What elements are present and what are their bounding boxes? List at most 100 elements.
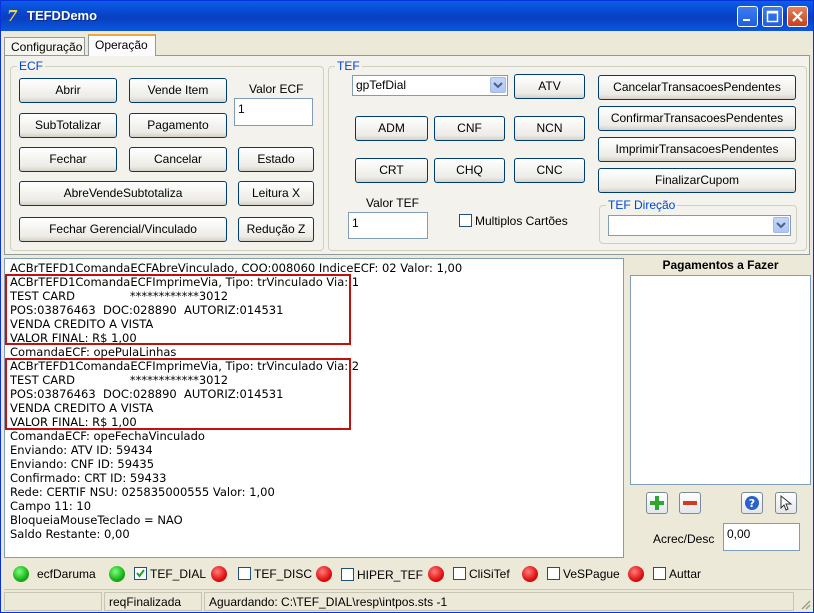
tef-direcao-select[interactable] [608,215,791,236]
finalizar-cupom-button[interactable]: FinalizarCupom [598,168,796,193]
statusbar-panel-2: reqFinalizada [104,592,202,611]
valor-ecf-input[interactable]: 1 [234,98,313,126]
log-line: Campo 11: 10 [10,499,92,513]
multiplos-cartoes-checkbox[interactable] [459,214,472,227]
atv-button[interactable]: ATV [514,74,585,99]
adm-button[interactable]: ADM [355,116,428,141]
log-line: Saldo Restante: 0,00 [10,527,130,541]
reducao-z-button[interactable]: Redução Z [238,217,314,242]
valor-tef-input[interactable]: 1 [348,212,428,239]
auttar-status-led [628,566,644,582]
cnf-button[interactable]: CNF [434,116,505,141]
estado-button[interactable]: Estado [238,147,314,172]
tef-disc-label: TEF_DISC [254,567,313,581]
log-line: Enviando: ATV ID: 59434 [10,443,153,457]
log-line: BloqueiaMouseTeclado = NAO [10,513,183,527]
tab-configuracao[interactable]: Configuração [4,37,85,56]
close-button[interactable] [787,6,808,27]
gp-select-value: gpTefDial [356,78,407,92]
cancelar-button[interactable]: Cancelar [129,147,227,172]
window-title: TEFDDemo [27,8,98,23]
chevron-down-icon[interactable] [490,77,506,93]
valor-tef-label: Valor TEF [366,196,419,210]
hiper-tef-checkbox[interactable] [341,568,354,581]
maximize-icon [766,10,779,23]
checkmark-icon [136,569,145,578]
clisitef-label: CliSiTef [469,567,510,581]
cnc-button[interactable]: CNC [514,158,585,183]
svg-text:?: ? [749,497,755,510]
tef-direcao-label: TEF Direção [606,198,678,212]
remove-pagamento-button[interactable] [679,492,701,514]
tef-disc-status-led [211,566,227,582]
valor-ecf-label: Valor ECF [249,82,304,96]
resize-grip-icon[interactable] [799,598,811,610]
multiplos-cartoes-label: Multiplos Cartões [475,214,568,228]
tef-dial-checkbox[interactable] [134,567,147,580]
acrec-desc-label: Acrec/Desc [653,532,715,546]
crt-button[interactable]: CRT [355,158,428,183]
vespague-checkbox[interactable] [547,567,560,580]
pagamentos-title: Pagamentos a Fazer [662,258,779,272]
via1-highlight [5,274,351,345]
plus-icon [650,496,664,510]
pagamentos-panel: Pagamentos a Fazer ? Acrec/Desc 0,00 [629,258,812,558]
fechar-gerencial-button[interactable]: Fechar Gerencial/Vinculado [19,217,227,242]
chq-button[interactable]: CHQ [434,158,505,183]
tef-disc-checkbox[interactable] [238,567,251,580]
status-row: ecfDaruma TEF_DIAL TEF_DISC HIPER_TEF Cl… [4,561,812,588]
main-window: 7 TEFDDemo Configuração Operação ECF Abr… [0,0,814,613]
status-bar: reqFinalizada Aguardando: C:\TEF_DIAL\re… [4,589,812,611]
leitura-x-button[interactable]: Leitura X [238,181,314,206]
clisitef-checkbox[interactable] [453,567,466,580]
log-line: Enviando: CNF ID: 59435 [10,457,155,471]
tef-group-label: TEF [335,59,362,73]
title-bar[interactable]: 7 TEFDDemo [1,1,813,31]
chevron-down-icon[interactable] [773,217,789,233]
maximize-button[interactable] [762,6,783,27]
minimize-button[interactable] [737,6,758,27]
ecfdaruma-status-led [13,566,29,582]
vespague-status-led [522,566,538,582]
pagamento-button[interactable]: Pagamento [129,113,227,138]
tab-operacao[interactable]: Operação [88,34,156,56]
app-icon: 7 [7,7,18,25]
fechar-button[interactable]: Fechar [19,147,117,172]
log-line: Confirmado: CRT ID: 59433 [10,471,167,485]
tef-dial-label: TEF_DIAL [150,567,207,581]
abrir-button[interactable]: Abrir [19,78,117,103]
vespague-label: VeSPague [563,567,620,581]
help-button[interactable]: ? [741,492,763,514]
help-icon: ? [745,496,759,510]
abre-vende-subtotaliza-button[interactable]: AbreVendeSubtotaliza [19,181,227,206]
statusbar-panel-3: Aguardando: C:\TEF_DIAL\resp\intpos.sts … [204,592,794,611]
log-line: ComandaECF: opePulaLinhas [10,345,177,359]
close-icon [792,11,803,22]
auttar-label: Auttar [669,567,702,581]
subtotalizar-button[interactable]: SubTotalizar [19,113,117,138]
ncn-button[interactable]: NCN [514,116,585,141]
log-line: Rede: CERTIF NSU: 025835000555 Valor: 1,… [10,485,275,499]
auttar-checkbox[interactable] [653,567,666,580]
hiper-tef-label: HIPER_TEF [357,568,424,582]
ecfdaruma-label: ecfDaruma [37,567,96,581]
cursor-hand-icon [780,494,793,511]
tef-dial-status-led [109,566,125,582]
add-pagamento-button[interactable] [646,492,668,514]
log-line: ACBrTEFD1ComandaECFAbreVinculado, COO:00… [10,261,463,275]
log-line: ComandaECF: opeFechaVinculado [10,429,205,443]
operacao-panel: ECF Abrir Vende Item Valor ECF 1 SubTota… [4,55,810,255]
ecf-group-label: ECF [17,59,45,73]
minimize-icon [743,19,750,21]
vende-item-button[interactable]: Vende Item [129,78,227,103]
hiper-tef-status-led [316,566,332,582]
statusbar-panel-1 [4,592,102,611]
pagamentos-list[interactable] [630,275,811,485]
via2-highlight [5,358,351,430]
gp-select[interactable]: gpTefDial [352,75,508,96]
confirmar-transacoes-pendentes-button[interactable]: ConfirmarTransacoesPendentes [598,106,796,131]
cancelar-transacoes-pendentes-button[interactable]: CancelarTransacoesPendentes [598,75,796,100]
cursor-tool-button[interactable] [775,492,797,514]
acrec-desc-input[interactable]: 0,00 [723,523,800,551]
imprimir-transacoes-pendentes-button[interactable]: ImprimirTransacoesPendentes [598,137,796,162]
